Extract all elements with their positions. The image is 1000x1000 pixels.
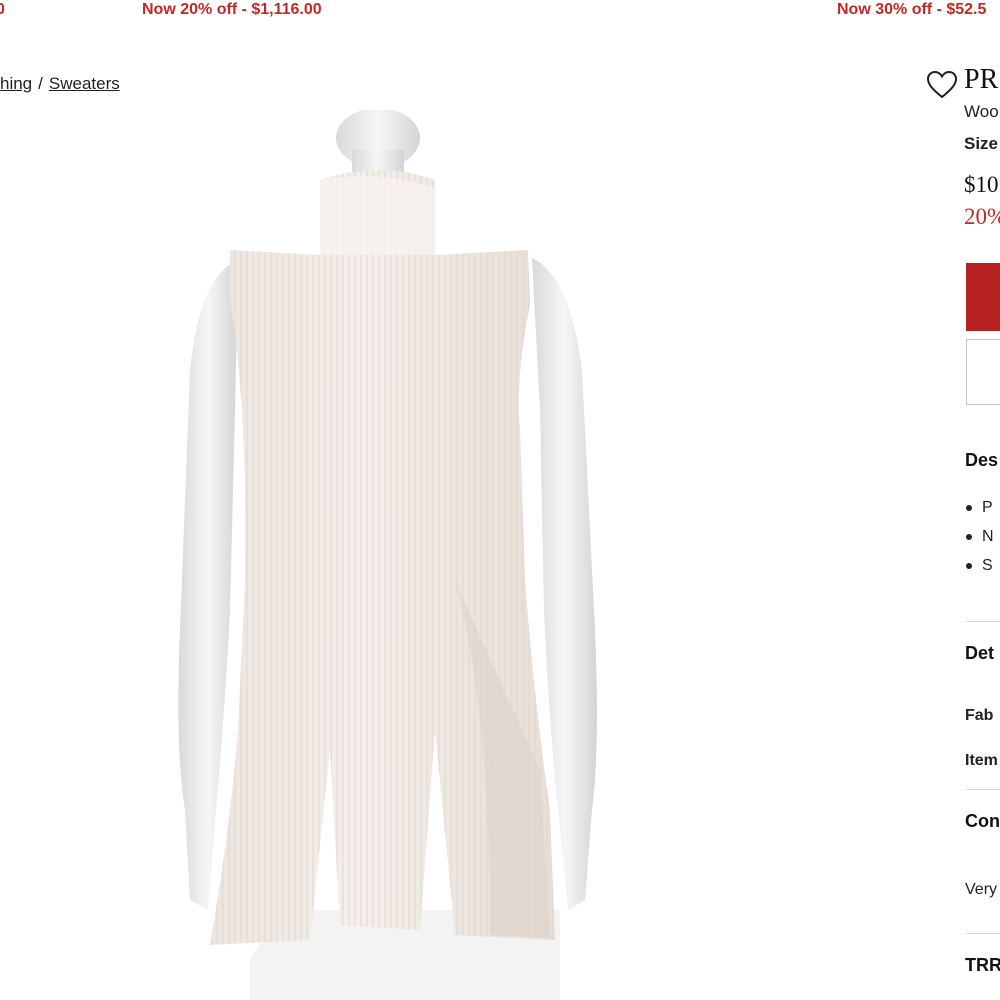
product-subtitle: Woo <box>964 102 999 121</box>
description-bullet: P <box>966 499 993 517</box>
fabric-label: Fab <box>965 707 994 724</box>
breadcrumb-clothing-link[interactable]: hing <box>0 74 32 93</box>
promo-price-fragment: 0 <box>0 1 5 18</box>
add-to-bag-button[interactable] <box>966 263 1000 331</box>
trr-section-title[interactable]: TRR <box>965 955 1000 976</box>
description-bullet: N <box>966 528 994 546</box>
sweater-shape <box>210 170 555 945</box>
promo-price-30: Now 30% off - $52.5 <box>837 1 987 18</box>
section-divider <box>966 933 1000 934</box>
secondary-action-button[interactable] <box>966 339 1000 405</box>
item-label: Item <box>965 752 998 769</box>
discount-text: 20% <box>964 204 1000 229</box>
condition-section-title[interactable]: Con <box>965 811 1000 832</box>
breadcrumb-sweaters-link[interactable]: Sweaters <box>49 74 120 93</box>
size-label: Size <box>964 134 999 153</box>
product-image[interactable] <box>130 110 670 1000</box>
breadcrumb: hing / Sweaters <box>0 74 120 94</box>
description-bullet: S <box>966 557 993 575</box>
condition-text: Very <box>965 881 998 898</box>
description-section-title[interactable]: Des <box>965 450 998 471</box>
section-divider <box>966 621 1000 622</box>
details-section-title[interactable]: Det <box>965 643 994 664</box>
promo-price-20: Now 20% off - $1,116.00 <box>142 1 322 18</box>
product-price: $10 <box>964 172 999 197</box>
heart-icon[interactable] <box>926 70 958 100</box>
section-divider <box>966 789 1000 790</box>
brand-name[interactable]: PR <box>964 64 998 96</box>
breadcrumb-separator: / <box>38 74 43 93</box>
